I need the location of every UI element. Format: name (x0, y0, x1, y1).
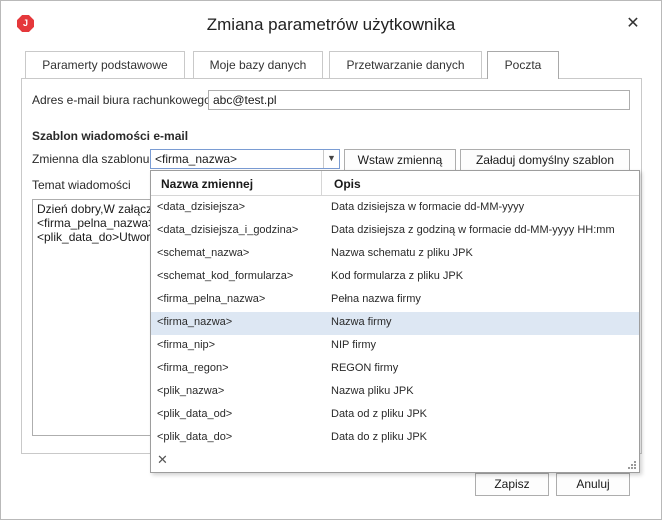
variable-dropdown-list: Nazwa zmiennej Opis <data_dzisiejsza> Dat… (150, 170, 640, 473)
email-label: Adres e-mail biura rachunkowego (32, 93, 211, 107)
dropdown-row[interactable]: <plik_data_od> Data od z pliku JPK (151, 404, 639, 427)
tab-basic-params[interactable]: Paramerty podstawowe (25, 51, 185, 78)
variable-name-cell: <firma_regon> (157, 362, 229, 374)
chevron-down-icon[interactable]: ▼ (323, 150, 339, 168)
save-button[interactable]: Zapisz (475, 473, 549, 496)
insert-variable-button[interactable]: Wstaw zmienną (344, 149, 456, 171)
dropdown-row[interactable]: <firma_nip> NIP firmy (151, 335, 639, 358)
variable-label: Zmienna dla szablonu (32, 152, 150, 166)
variable-description-cell: Data dzisiejsza z godziną w formacie dd-… (331, 224, 615, 236)
variable-name-cell: <firma_nazwa> (157, 316, 233, 328)
column-divider (321, 171, 322, 196)
variable-name-cell: <plik_data_do> (157, 431, 233, 443)
dropdown-header: Nazwa zmiennej Opis (151, 171, 639, 196)
title-bar: J Zmiana parametrów użytkownika ✕ (1, 1, 661, 47)
close-icon[interactable]: ✕ (623, 13, 643, 35)
dropdown-row[interactable]: <schemat_nazwa> Nazwa schematu z pliku JP… (151, 243, 639, 266)
cancel-button[interactable]: Anuluj (556, 473, 630, 496)
variable-name-cell: <plik_data_od> (157, 408, 233, 420)
variable-name-cell: <firma_nip> (157, 339, 216, 351)
dropdown-close-icon[interactable]: ✕ (157, 452, 168, 468)
variable-select[interactable]: <firma_nazwa> ▼ (150, 149, 340, 169)
variable-description-cell: Data do z pliku JPK (331, 431, 427, 443)
variable-name-cell: <schemat_kod_formularza> (157, 270, 294, 282)
variable-description-cell: Kod formularza z pliku JPK (331, 270, 464, 282)
subject-label: Temat wiadomości (32, 178, 131, 192)
variable-description-cell: Nazwa pliku JPK (331, 385, 414, 397)
dropdown-row[interactable]: <plik_data_do> Data do z pliku JPK (151, 427, 639, 450)
dialog-window: J Zmiana parametrów użytkownika ✕ Parame… (0, 0, 662, 520)
column-header-name: Nazwa zmiennej (161, 177, 254, 191)
dialog-title: Zmiana parametrów użytkownika (206, 15, 456, 34)
variable-description-cell: Data od z pliku JPK (331, 408, 427, 420)
resize-grip-icon[interactable] (626, 459, 636, 469)
variable-description-cell: REGON firmy (331, 362, 399, 374)
variable-select-value: <firma_nazwa> (155, 152, 238, 166)
load-default-template-button[interactable]: Załaduj domyślny szablon (460, 149, 630, 171)
variable-name-cell: <data_dzisiejsza> (157, 201, 246, 213)
section-title: Szablon wiadomości e-mail (32, 129, 189, 143)
column-header-description: Opis (334, 177, 361, 191)
dropdown-row[interactable]: <firma_regon> REGON firmy (151, 358, 639, 381)
variable-name-cell: <firma_pelna_nazwa> (157, 293, 266, 305)
variable-name-cell: <schemat_nazwa> (157, 247, 250, 259)
variable-name-cell: <data_dzisiejsza_i_godzina> (157, 224, 299, 236)
dropdown-row[interactable]: <schemat_kod_formularza> Kod formularza z… (151, 266, 639, 289)
body-line: <plik_data_do>Utworz (37, 230, 157, 244)
variable-description-cell: NIP firmy (331, 339, 377, 351)
body-line: Dzień dobry,W załączn (37, 202, 159, 216)
variable-description-cell: Nazwa schematu z pliku JPK (331, 247, 473, 259)
tab-mail[interactable]: Poczta (487, 51, 559, 79)
dropdown-row[interactable]: <firma_nazwa> Nazwa firmy (151, 312, 639, 335)
variable-description-cell: Nazwa firmy (331, 316, 392, 328)
variable-name-cell: <plik_nazwa> (157, 385, 225, 397)
tab-my-databases[interactable]: Moje bazy danych (193, 51, 323, 78)
dropdown-row[interactable]: <plik_nazwa> Nazwa pliku JPK (151, 381, 639, 404)
variable-description-cell: Pełna nazwa firmy (331, 293, 421, 305)
dropdown-row[interactable]: <firma_pelna_nazwa> Pełna nazwa firmy (151, 289, 639, 312)
email-field[interactable]: abc@test.pl (208, 90, 630, 110)
dropdown-row[interactable]: <data_dzisiejsza> Data dzisiejsza w forma… (151, 197, 639, 220)
body-line: <firma_pelna_nazwa> (37, 216, 156, 230)
variable-description-cell: Data dzisiejsza w formacie dd-MM-yyyy (331, 201, 525, 213)
dropdown-row[interactable]: <data_dzisiejsza_i_godzina> Data dzisiejs… (151, 220, 639, 243)
tab-data-processing[interactable]: Przetwarzanie danych (329, 51, 482, 78)
